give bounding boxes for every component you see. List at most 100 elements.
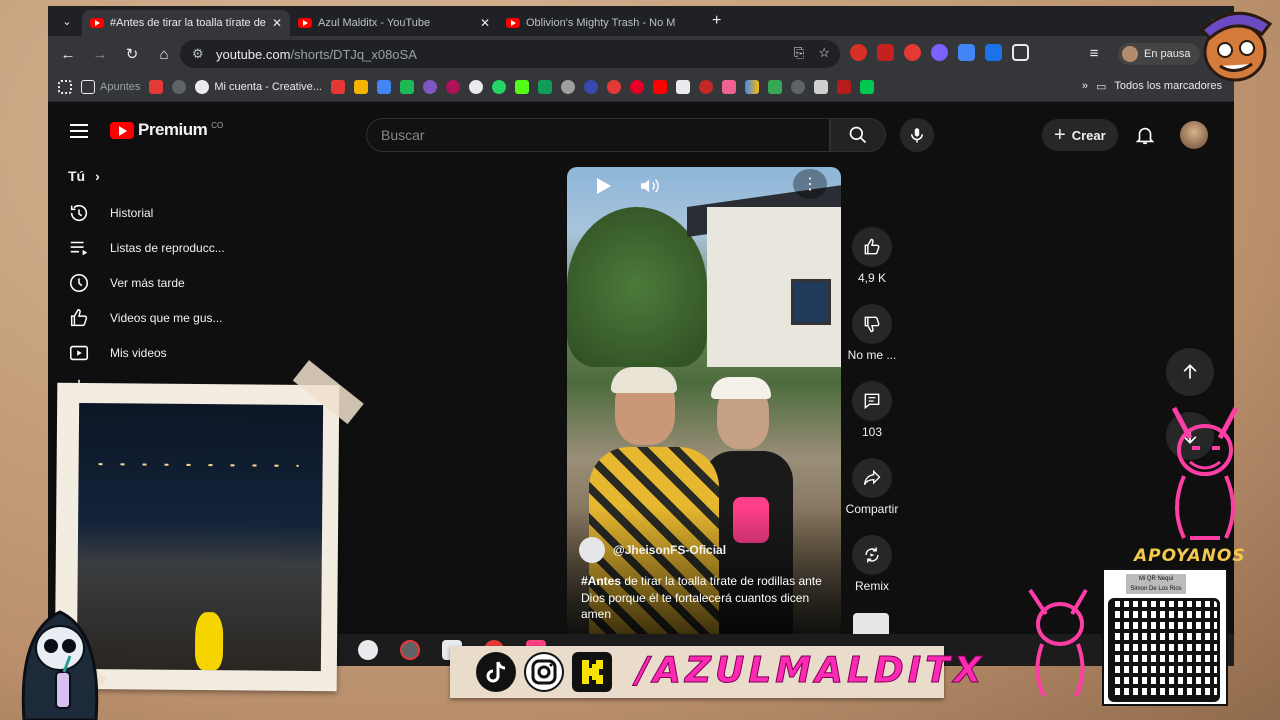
bookmark-green-d-icon[interactable] [399,79,414,94]
taskbar-obs-icon[interactable] [358,640,378,660]
sidebar-item-videos-que-me-gustan[interactable]: Videos que me gus... [68,300,223,335]
install-app-icon[interactable]: ⎘ [794,45,804,61]
bookmark-star-icon[interactable]: ☆ [818,45,830,61]
bookmarks-overflow-button[interactable]: » [1082,80,1088,93]
menu-icon[interactable] [70,124,88,138]
channel-name[interactable]: @JheisonFS-Oficial [613,543,726,557]
bookmark-yellow-icon[interactable] [353,79,368,94]
sidebar-you-header[interactable]: Tú › [68,168,100,184]
youtube-premium-logo[interactable]: Premium CO [110,120,223,140]
tab-azul-malditx[interactable]: Azul Malditx - YouTube ✕ [290,10,498,36]
pinterest-icon[interactable] [629,79,644,94]
bookmark-blue-icon[interactable] [376,79,391,94]
sidebar-item-historial[interactable]: Historial [68,195,153,230]
close-tab-icon[interactable]: ✕ [480,16,490,30]
plus-icon: + [1054,123,1066,146]
sidebar-item-ver-mas-tarde[interactable]: Ver más tarde [68,265,185,300]
bookmark-u-icon[interactable] [583,79,598,94]
tab-antes-de-tirar[interactable]: #Antes de tirar la toalla tírate de ✕ [82,10,290,36]
reload-icon[interactable]: ↻ [116,45,148,63]
bookmark-globe2-icon[interactable] [790,79,805,94]
taskbar-record-icon[interactable] [400,640,420,660]
apps-grid-icon[interactable] [58,79,72,94]
channel-avatar[interactable] [579,537,605,563]
more-options-icon[interactable]: ⋮ [793,169,827,199]
extensions-puzzle-icon[interactable] [1012,44,1029,61]
tab-title: #Antes de tirar la toalla tírate de [110,17,266,29]
search-button[interactable] [830,118,886,152]
tab-oblivion[interactable]: Oblivion's Mighty Trash - No M [498,10,706,36]
profile-button[interactable]: En pausa [1118,43,1201,65]
webcam-rubber-duck [194,611,224,671]
volume-button[interactable] [635,173,665,199]
shorts-player[interactable]: ⋮ @JheisonFS-Oficial #Antes de tirar la … [567,167,841,637]
whatsapp-icon[interactable] [491,79,506,94]
create-button[interactable]: + Crear [1042,119,1118,151]
address-bar[interactable]: ⚙ youtube.com/shorts/DTJq_x08oSA ⎘ ☆ [180,40,840,68]
bookmark-multicolor-icon[interactable] [744,79,759,94]
notifications-bell-icon[interactable] [1134,124,1156,146]
extension-badge-icon[interactable] [931,44,948,61]
sidebar-item-listas[interactable]: Listas de reproducc... [68,230,225,265]
extension-youtube-icon[interactable] [877,44,894,61]
home-icon[interactable]: ⌂ [148,46,180,63]
bookmark-apuntes[interactable]: Apuntes [81,79,140,94]
chevron-right-icon: › [95,168,100,184]
close-tab-icon[interactable]: ✕ [272,16,282,30]
bookmark-gray-icon[interactable] [560,79,575,94]
share-button[interactable]: Compartir [842,458,902,516]
youtube-bookmark-icon[interactable] [652,79,667,94]
bookmark-red3-icon[interactable] [836,79,851,94]
bookmark-green-x-icon[interactable] [537,79,552,94]
sidebar-item-label: Ver más tarde [110,275,185,290]
extension-cloud-icon[interactable] [985,44,1002,61]
sidebar-item-mis-videos[interactable]: Mis videos [68,335,167,370]
media-controls-icon[interactable]: ≡ [1078,45,1110,62]
bookmark-swirl-icon[interactable] [422,79,437,94]
qr-code [1108,598,1220,702]
extension-translate-icon[interactable] [958,44,975,61]
bookmark-green3-icon[interactable] [859,79,874,94]
bookmark-pink2-icon[interactable] [721,79,736,94]
tab-search-dropdown[interactable]: ⌄ [52,10,82,32]
previous-short-button[interactable] [1166,348,1214,396]
remix-button[interactable]: Remix [842,535,902,593]
caption-hashtag[interactable]: #Antes [581,574,621,588]
support-title: APOYANOS [1134,546,1246,566]
comments-button[interactable]: 103 [842,381,902,439]
bookmark-red2-icon[interactable] [698,79,713,94]
bookmark-dark-icon[interactable] [468,79,483,94]
site-info-icon[interactable]: ⚙ [192,46,206,62]
qr-label-nequi: Mi QR Nequi [1126,574,1186,584]
bookmark-pink-icon[interactable] [445,79,460,94]
forward-icon[interactable]: → [84,46,116,63]
extension-abp-icon[interactable] [904,44,921,61]
sidebar-item-label: Listas de reproducc... [110,240,225,255]
create-label: Crear [1071,127,1106,143]
like-button[interactable]: 4,9 K [842,227,902,285]
tiktok-icon [476,652,516,692]
dislike-button[interactable]: No me ... [842,304,902,362]
bookmark-globe-icon[interactable] [172,79,187,94]
voice-search-button[interactable] [900,118,934,152]
account-avatar[interactable] [1180,121,1208,149]
bookmark-red-icon[interactable] [149,79,164,94]
bookmark-heart-icon[interactable] [606,79,621,94]
extension-record-icon[interactable] [850,44,867,61]
channel-info[interactable]: @JheisonFS-Oficial [579,537,726,563]
support-qr-panel: APOYANOS Mi QR Nequi Simon De Los Rios [1090,540,1245,710]
new-tab-button[interactable]: + [712,12,721,30]
tab-strip: ⌄ #Antes de tirar la toalla tírate de ✕ … [48,6,1234,36]
bookmark-green2-icon[interactable] [767,79,782,94]
search-input[interactable]: Buscar [366,118,830,152]
bookmark-creative[interactable]: Mi cuenta - Creative... [195,79,322,94]
bookmark-image-icon[interactable] [813,79,828,94]
kick-icon[interactable] [514,79,529,94]
back-icon[interactable]: ← [52,46,84,63]
all-bookmarks-folder-icon[interactable]: ▭ [1096,80,1106,93]
bookmark-h-icon[interactable] [675,79,690,94]
sidebar-item-label: Mis videos [110,345,167,360]
play-button[interactable] [589,173,619,199]
bookmark-fb-icon[interactable] [330,79,345,94]
devil-mascot [1160,398,1250,548]
